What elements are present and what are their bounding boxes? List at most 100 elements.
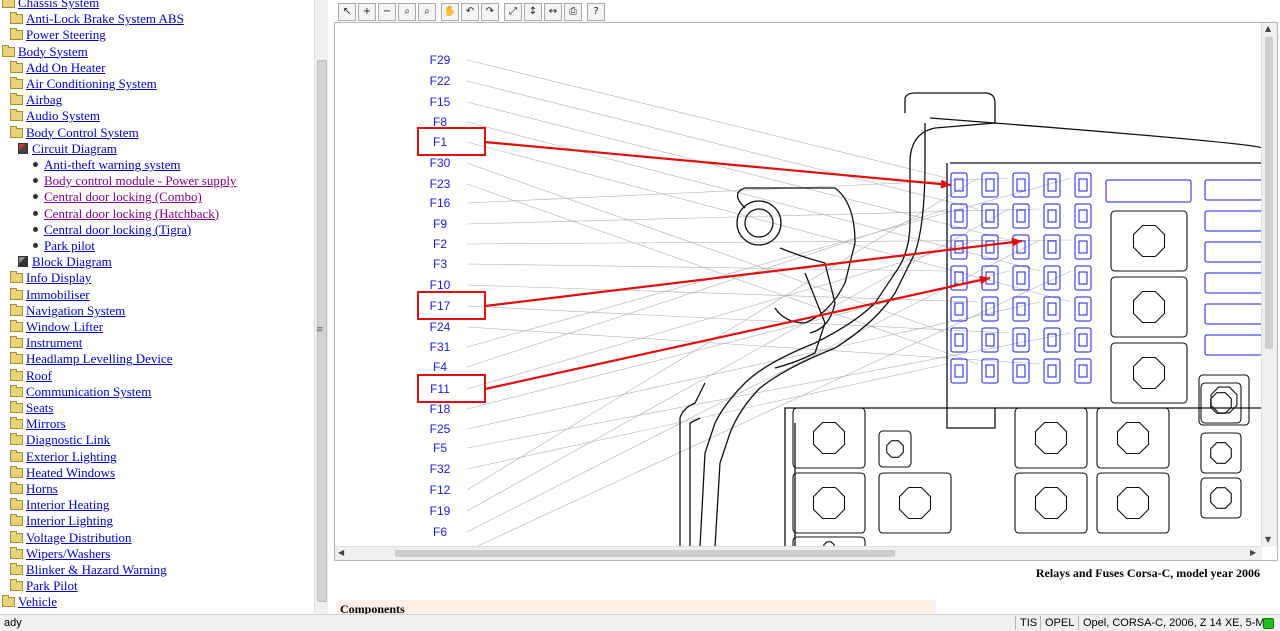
tree-item-link[interactable]: Horns [26,481,58,496]
zoom-out-icon[interactable]: − [378,3,396,21]
diagram-viewer[interactable]: F29 F22 F15 F8 F1 F30 F23 F16 F9 F2 F3 F10 F17 F24 F31… [334,22,1278,561]
tree-item[interactable]: Power Steering [10,27,106,43]
tree-item-link[interactable]: Central door locking (Tigra) [44,222,191,237]
tree-item[interactable]: Block Diagram [18,254,112,270]
tree-item[interactable]: Diagnostic Link [10,432,110,448]
tree-item-link[interactable]: Body System [18,44,88,59]
tree-item-link[interactable]: Central door locking (Hatchback) [44,206,219,221]
viewer-hscroll-thumb[interactable] [395,550,895,557]
tree-item[interactable]: Central door locking (Tigra) [30,222,191,238]
tree-item[interactable]: Info Display [10,270,91,286]
tree-item[interactable]: Horns [10,481,58,497]
tree-item-link[interactable]: Seats [26,400,53,415]
tree-item-link[interactable]: Info Display [26,270,91,285]
tree-item[interactable]: Central door locking (Hatchback) [30,206,219,222]
viewer-vscroll-thumb[interactable] [1265,37,1273,349]
tree-item[interactable]: Communication System [10,384,151,400]
tree-item[interactable]: Anti-theft warning system [30,157,180,173]
zoom-region-icon[interactable]: ⌕ [398,3,416,21]
tree-item[interactable]: Circuit Diagram [18,141,117,157]
tree-item[interactable]: Instrument [10,335,82,351]
tree-item-link[interactable]: Airbag [26,92,62,107]
tree-item-link[interactable]: Add On Heater [26,60,105,75]
tree-item[interactable]: Body control module - Power supply [30,173,236,189]
tree-item[interactable]: Anti-Lock Brake System ABS [10,11,184,27]
fit-window-icon[interactable]: ⤢ [504,3,522,21]
tree-item[interactable]: Window Lifter [10,319,103,335]
tree-item-link[interactable]: Voltage Distribution [26,530,132,545]
tree-item-link[interactable]: Navigation System [26,303,125,318]
tree-scrollbar[interactable]: ≡ [314,0,328,614]
zoom-in-icon[interactable]: + [358,3,376,21]
tree-item-link[interactable]: Central door locking (Combo) [44,189,202,204]
tree-item-link[interactable]: Diagnostic Link [26,432,110,447]
tree-item-link[interactable]: Blinker & Hazard Warning [26,562,167,577]
tree-item-link[interactable]: Interior Lighting [26,513,113,528]
tree-item-link[interactable]: Communication System [26,384,151,399]
tree-item[interactable]: Body Control System [10,125,139,141]
scroll-right-icon[interactable]: ▶ [1250,548,1256,557]
rotate-left-icon[interactable]: ↶ [461,3,479,21]
tree-item-link[interactable]: Power Steering [26,27,106,42]
tree-item[interactable]: Park pilot [30,238,95,254]
tree-item-link[interactable]: Interior Heating [26,497,109,512]
tree-item-link[interactable]: Roof [26,368,52,383]
tree-item[interactable]: Navigation System [10,303,125,319]
tree-item-link[interactable]: Park pilot [44,238,95,253]
pan-hand-icon[interactable]: ✋ [441,3,459,21]
tree-item[interactable]: Heated Windows [10,465,115,481]
tree-item-link[interactable]: Block Diagram [32,254,112,269]
viewer-vertical-scrollbar[interactable]: ▲ ▼ [1261,23,1277,547]
tree-item-link[interactable]: Mirrors [26,416,66,431]
tree-item-link[interactable]: Heated Windows [26,465,115,480]
tree-item[interactable]: Park Pilot [10,578,78,594]
splitter-grip[interactable]: ≡ [316,325,324,335]
tree-item[interactable]: Immobiliser [10,287,90,303]
viewer-horizontal-scrollbar[interactable]: ◀ ▶ [335,546,1262,560]
tree-item[interactable]: Airbag [10,92,62,108]
tree-item-link[interactable]: Anti-Lock Brake System ABS [26,11,184,26]
select-tool-icon[interactable]: ↖ [338,3,356,21]
tree-item-link[interactable]: Instrument [26,335,82,350]
tree-item-link[interactable]: Chassis System [18,0,99,10]
tree-item-link[interactable]: Park Pilot [26,578,78,593]
tree-item-link[interactable]: Body Control System [26,125,139,140]
zoom-region-2-icon[interactable]: ⌕ [418,3,436,21]
rotate-right-icon[interactable]: ↷ [481,3,499,21]
tree-item-link[interactable]: Audio System [26,108,100,123]
tree-item-link[interactable]: Window Lifter [26,319,103,334]
tree-item-link[interactable]: Exterior Lighting [26,449,117,464]
tree-item[interactable]: Interior Heating [10,497,109,513]
tree-item-link[interactable]: Wipers/Washers [26,546,110,561]
tree-item[interactable]: Wipers/Washers [10,546,110,562]
print-icon[interactable]: ⎙ [564,3,582,21]
help-icon[interactable]: ? [587,3,605,21]
tree-item[interactable]: Blinker & Hazard Warning [10,562,167,578]
tree-item[interactable]: Headlamp Levelling Device [10,351,173,367]
tree-item[interactable]: Exterior Lighting [10,449,117,465]
tree-item-link[interactable]: Vehicle [18,594,57,609]
tree-item-link[interactable]: Air Conditioning System [26,76,157,91]
tree-item[interactable]: Body System [2,44,88,60]
tree-item[interactable]: Add On Heater [10,60,105,76]
tree-item[interactable]: Interior Lighting [10,513,113,529]
tree-item[interactable]: Roof [10,368,52,384]
tree-item-link[interactable]: Immobiliser [26,287,90,302]
tree-item[interactable]: Air Conditioning System [10,76,157,92]
tree-item[interactable]: Voltage Distribution [10,530,132,546]
tree-item[interactable]: Mirrors [10,416,66,432]
tree-item-link[interactable]: Headlamp Levelling Device [26,351,173,366]
tree-item[interactable]: Vehicle [2,594,57,610]
tree-item-link[interactable]: Body control module - Power supply [44,173,236,188]
tree-item[interactable]: Seats [10,400,53,416]
fit-width-icon[interactable]: ↔ [544,3,562,21]
fit-height-icon[interactable]: ↕ [524,3,542,21]
tree-item-link[interactable]: Circuit Diagram [32,141,117,156]
scroll-left-icon[interactable]: ◀ [338,548,344,557]
tree-item-link[interactable]: Anti-theft warning system [44,157,180,172]
tree-item[interactable]: Audio System [10,108,100,124]
scroll-down-icon[interactable]: ▼ [1265,535,1271,544]
tree-item[interactable]: Central door locking (Combo) [30,189,202,205]
scroll-up-icon[interactable]: ▲ [1265,24,1271,33]
tree-item[interactable]: Chassis System [2,0,99,11]
